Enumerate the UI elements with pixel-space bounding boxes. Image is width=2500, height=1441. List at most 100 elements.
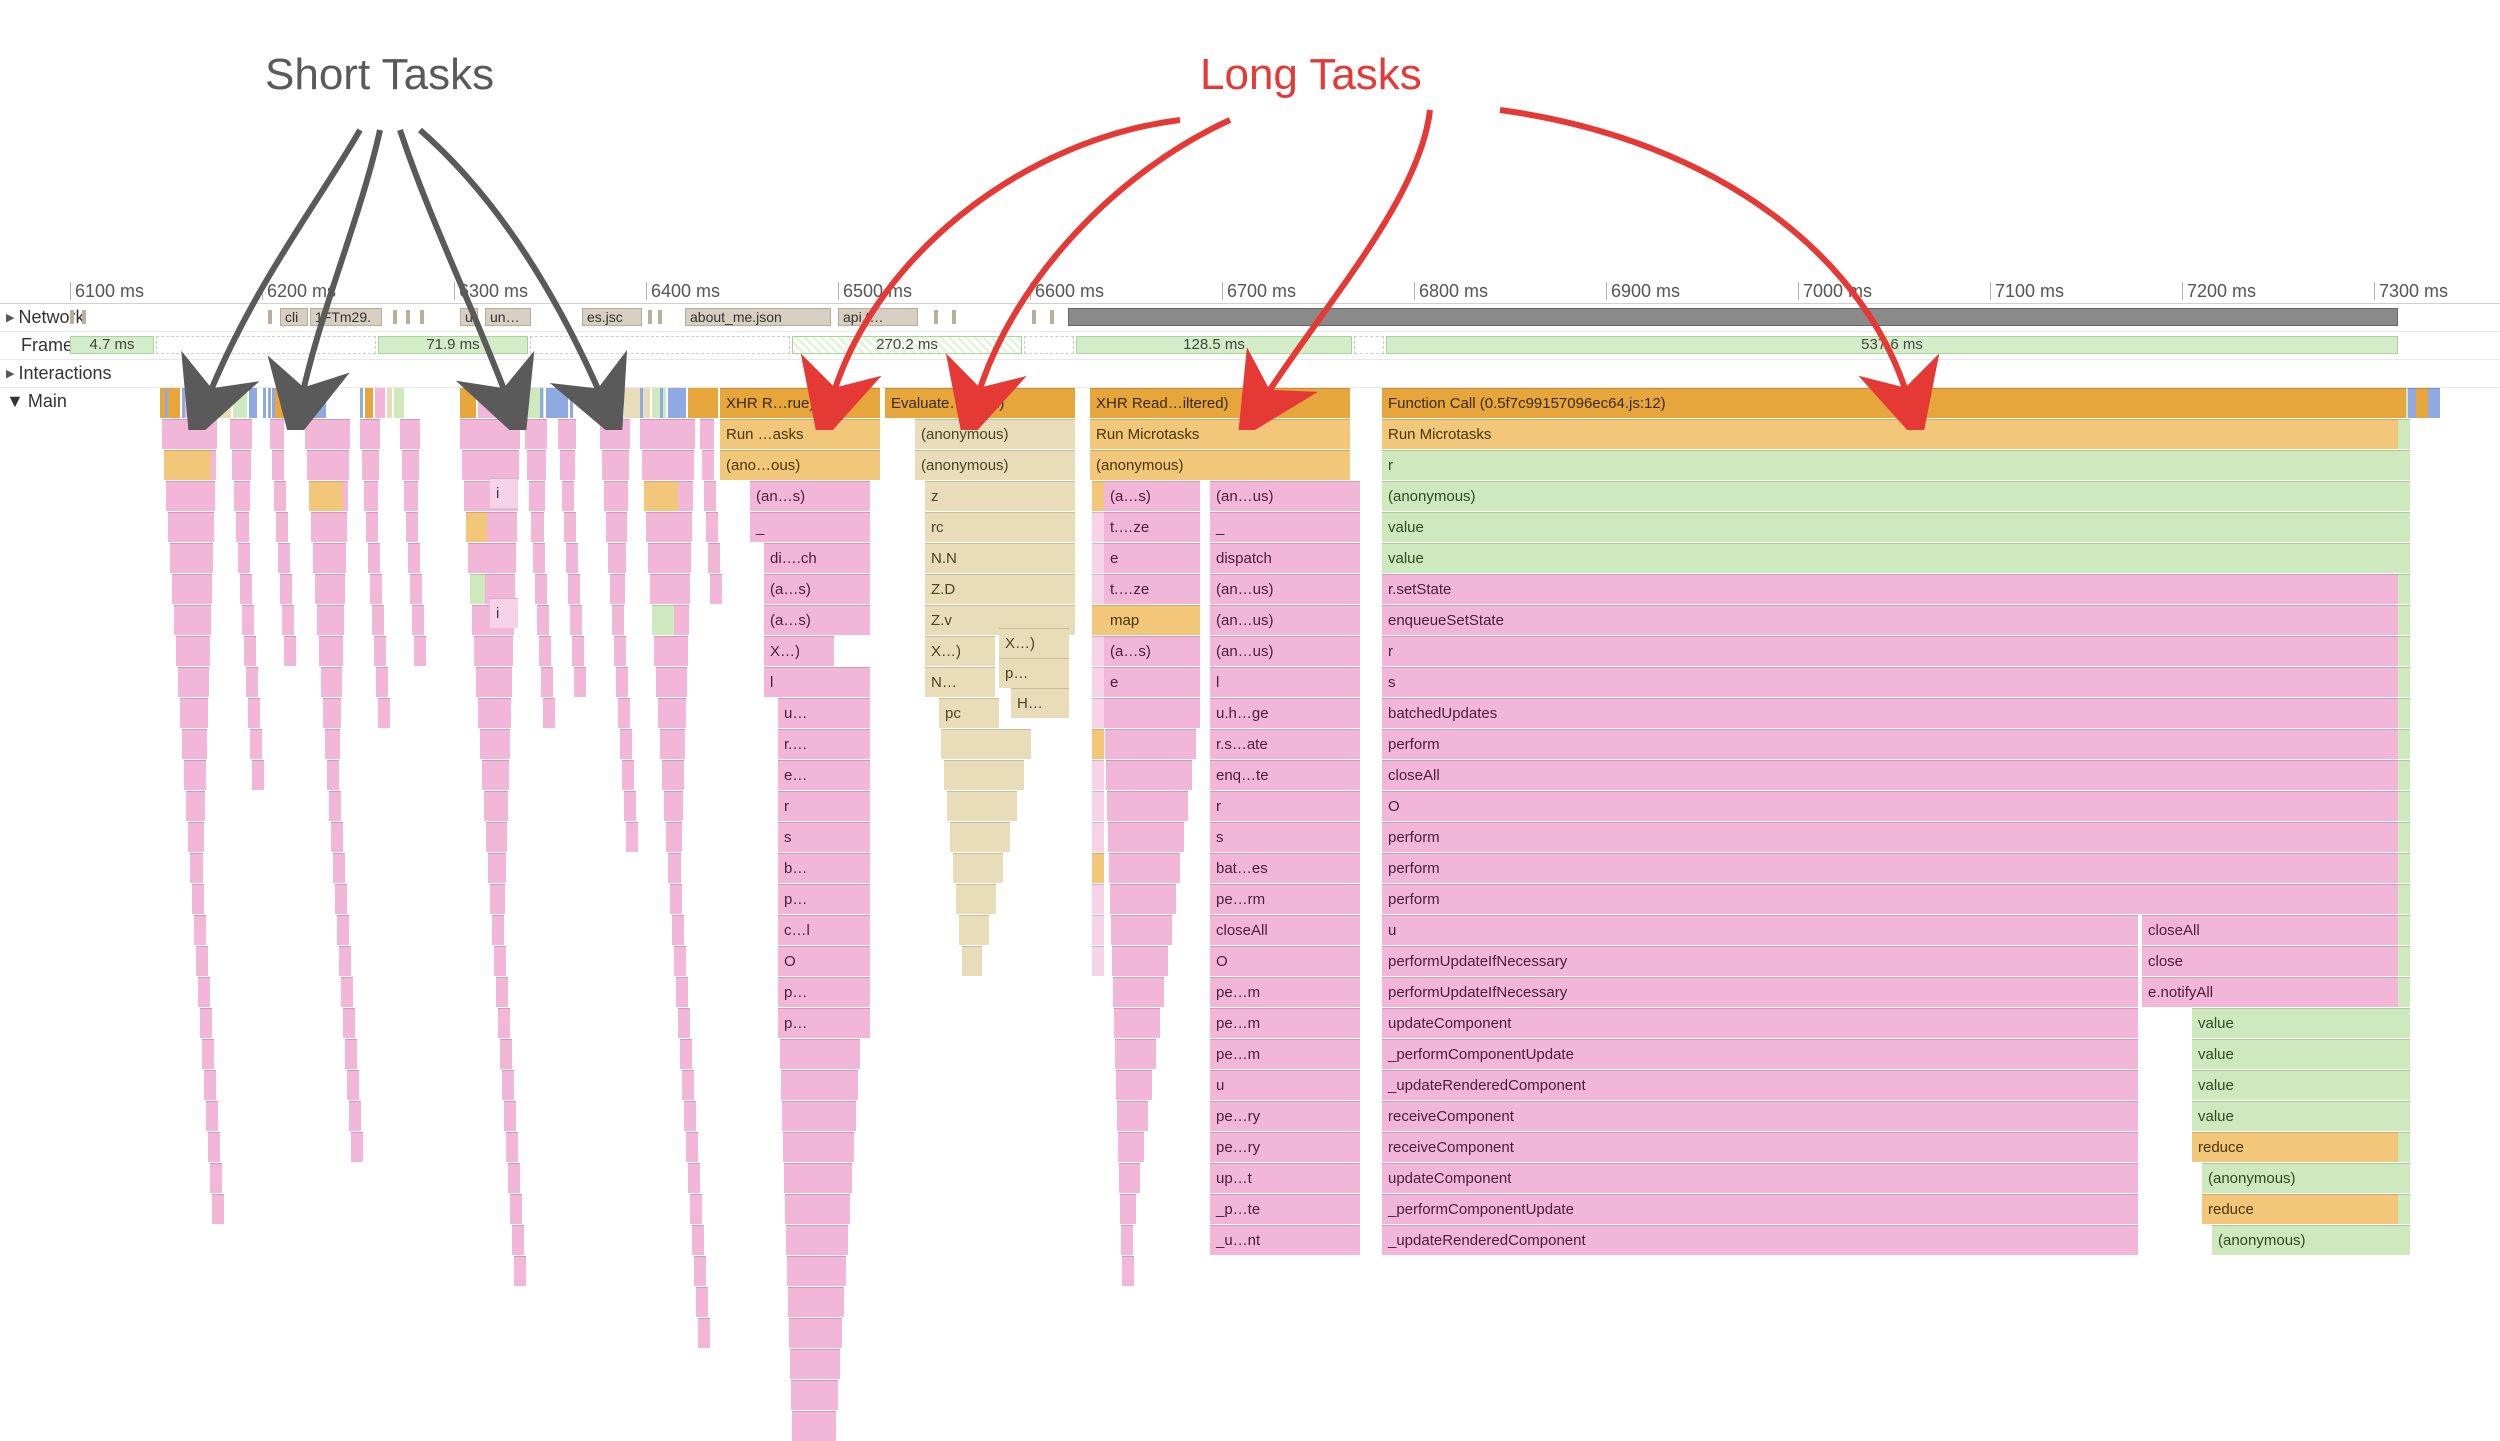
flame-frame[interactable]: [1092, 915, 1104, 945]
flame-frame[interactable]: [700, 419, 714, 449]
flame-frame[interactable]: [537, 605, 549, 635]
flame-frame[interactable]: u: [1210, 1070, 1360, 1100]
network-request[interactable]: [268, 310, 272, 324]
flame-frame[interactable]: [1105, 729, 1196, 759]
flame-frame[interactable]: [2398, 1008, 2410, 1038]
flame-frame[interactable]: [781, 1070, 858, 1100]
flame-frame[interactable]: (a…s): [764, 605, 870, 635]
frame-chip[interactable]: [1354, 336, 1384, 354]
flame-frame[interactable]: [488, 853, 506, 883]
flame-frame[interactable]: [698, 1318, 710, 1348]
flame-frame[interactable]: [535, 574, 547, 604]
flame-frame[interactable]: [2398, 853, 2410, 883]
flame-frame[interactable]: [339, 946, 351, 976]
flame-frame[interactable]: [614, 636, 626, 666]
flame-frame[interactable]: _: [750, 512, 870, 542]
flame-frame[interactable]: [402, 450, 419, 480]
flame-frame[interactable]: [343, 1008, 355, 1038]
flame-frame[interactable]: [656, 667, 687, 697]
flame-frame[interactable]: [468, 543, 516, 573]
flame-frame[interactable]: r: [1382, 450, 2402, 480]
flame-frame[interactable]: value: [2192, 1070, 2402, 1100]
flame-frame[interactable]: [335, 884, 347, 914]
flame-frame[interactable]: [242, 605, 254, 635]
flame-frame[interactable]: [616, 667, 628, 697]
flame-frame[interactable]: [1092, 512, 1104, 542]
flame-frame[interactable]: [2392, 388, 2406, 418]
flame-frame[interactable]: receiveComponent: [1382, 1101, 2138, 1131]
flame-frame[interactable]: [196, 946, 208, 976]
flame-frame[interactable]: [787, 1256, 846, 1286]
flame-frame[interactable]: [1092, 636, 1104, 666]
flame-frame[interactable]: [323, 698, 341, 728]
flame-frame[interactable]: [462, 450, 519, 480]
flame-frame[interactable]: [562, 481, 574, 511]
network-request[interactable]: [70, 310, 74, 324]
network-request[interactable]: [648, 310, 652, 324]
flame-frame[interactable]: [1110, 884, 1176, 914]
flame-frame[interactable]: [558, 419, 576, 449]
frame-chip[interactable]: [1024, 336, 1074, 354]
flame-frame[interactable]: [684, 1101, 696, 1131]
flame-frame[interactable]: [788, 1287, 844, 1317]
network-request[interactable]: [952, 310, 956, 324]
flame-frame[interactable]: [368, 543, 380, 573]
flame-frame[interactable]: [1118, 1132, 1144, 1162]
flame-frame[interactable]: r.setState: [1382, 574, 2402, 604]
flame-frame[interactable]: [198, 977, 210, 1007]
flame-frame[interactable]: [278, 543, 290, 573]
flame-frame[interactable]: [370, 574, 382, 604]
disclosure-triangle-icon[interactable]: ▶: [6, 367, 14, 380]
flame-frame[interactable]: s: [1382, 667, 2402, 697]
flame-frame[interactable]: [706, 512, 718, 542]
flame-frame[interactable]: [2398, 884, 2410, 914]
flame-frame[interactable]: [378, 698, 390, 728]
flame-frame[interactable]: r: [778, 791, 870, 821]
flame-frame[interactable]: [780, 1039, 860, 1069]
flame-frame[interactable]: p…: [778, 977, 870, 1007]
flame-frame[interactable]: perform: [1382, 853, 2402, 883]
flame-frame[interactable]: [624, 791, 636, 821]
flame-frame[interactable]: [602, 450, 629, 480]
flame-frame[interactable]: reduce: [2192, 1132, 2402, 1162]
flame-frame[interactable]: r: [1382, 636, 2402, 666]
flame-frame[interactable]: closeAll: [1210, 915, 1360, 945]
flame-frame[interactable]: [1092, 698, 1104, 728]
flame-frame[interactable]: [1092, 791, 1104, 821]
flame-frame[interactable]: [543, 698, 555, 728]
flame-frame[interactable]: value: [2192, 1039, 2402, 1069]
flame-frame[interactable]: [2398, 791, 2410, 821]
flame-frame[interactable]: H…: [1011, 688, 1069, 718]
flame-frame[interactable]: Run Microtasks: [1382, 419, 2402, 449]
flame-frame[interactable]: [486, 822, 507, 852]
flame-frame[interactable]: [959, 915, 989, 945]
flame-frame[interactable]: pe…m: [1210, 977, 1360, 1007]
flame-frame[interactable]: [2398, 605, 2410, 635]
flame-frame[interactable]: [170, 543, 213, 573]
flame-frame[interactable]: c…l: [778, 915, 870, 945]
flame-frame[interactable]: [642, 450, 694, 480]
flame-frame[interactable]: [1092, 574, 1104, 604]
flame-frame[interactable]: r.…: [778, 729, 870, 759]
flame-frame[interactable]: [672, 915, 684, 945]
flame-frame[interactable]: [480, 729, 510, 759]
flame-frame[interactable]: [184, 760, 206, 790]
flame-frame[interactable]: e…: [778, 760, 870, 790]
frame-chip[interactable]: 128.5 ms: [1076, 336, 1352, 354]
flame-frame[interactable]: [541, 667, 553, 697]
flame-frame[interactable]: [1092, 729, 1104, 759]
flame-frame[interactable]: map: [1104, 605, 1200, 635]
flame-frame[interactable]: t.…ze: [1104, 574, 1200, 604]
flame-frame[interactable]: [527, 450, 546, 480]
flame-frame[interactable]: [166, 481, 215, 511]
flame-frame[interactable]: p…: [778, 884, 870, 914]
flame-frame[interactable]: [504, 1101, 516, 1131]
flame-frame[interactable]: [484, 791, 508, 821]
flame-frame[interactable]: (a…s): [1104, 481, 1200, 511]
flame-frame[interactable]: _: [1210, 512, 1360, 542]
flame-frame[interactable]: X…): [925, 636, 995, 666]
flame-frame[interactable]: [2398, 1070, 2410, 1100]
flame-frame[interactable]: i: [490, 478, 518, 508]
flame-frame[interactable]: reduce: [2202, 1194, 2402, 1224]
flame-frame[interactable]: [408, 543, 420, 573]
